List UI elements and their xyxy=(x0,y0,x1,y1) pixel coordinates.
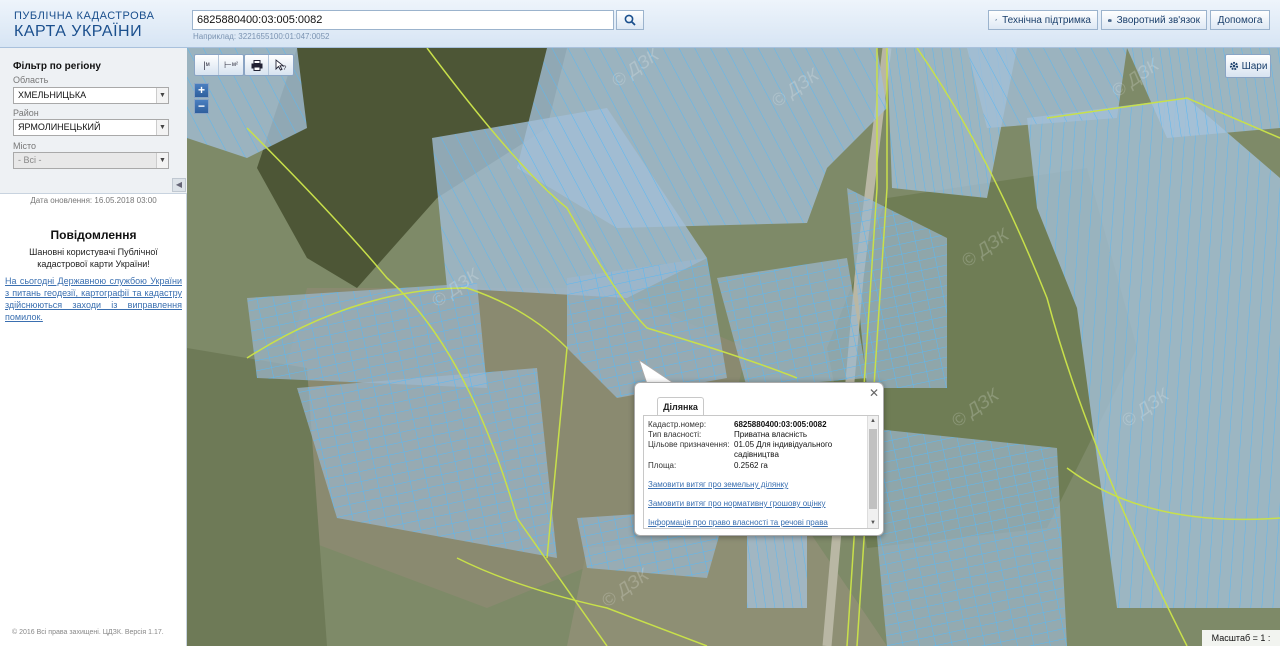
tab-parcel[interactable]: Ділянка xyxy=(657,397,704,416)
layers-label: Шари xyxy=(1241,60,1268,72)
order-parcel-extract-link[interactable]: Замовити витяг про земельну ділянку xyxy=(648,480,788,489)
city-value: - Всі - xyxy=(18,155,42,165)
region-filter: Фільтр по регіону Область ХМЕЛЬНИЦЬКА ▼ … xyxy=(0,48,187,194)
purpose-value: 01.05 Для індивідуального садівництва xyxy=(734,440,833,459)
search-icon xyxy=(624,14,636,26)
district-label: Район xyxy=(13,108,39,118)
ownership-info-link[interactable]: Інформація про право власності та речові… xyxy=(648,518,828,527)
satellite-map-layer: © ДЗК © ДЗК © ДЗК © ДЗК © ДЗК © ДЗК © ДЗ… xyxy=(187,48,1280,646)
ownership-type-label: Тип власності: xyxy=(648,430,702,439)
layers-button[interactable]: Шари xyxy=(1225,54,1271,78)
tech-support-button[interactable]: Технічна підтримка xyxy=(988,10,1098,30)
cadastral-number-label: Кадастр.номер: xyxy=(648,420,707,429)
scroll-thumb[interactable] xyxy=(869,429,877,509)
ruler-icon[interactable]: | м xyxy=(195,55,219,75)
region-select[interactable]: ХМЕЛЬНИЦЬКА ▼ xyxy=(13,87,169,104)
chevron-down-icon: ▼ xyxy=(156,120,168,135)
notice-title: Повідомлення xyxy=(50,228,137,242)
popup-scrollbar[interactable]: ▲ ▼ xyxy=(867,416,878,528)
gear-icon xyxy=(1229,61,1238,71)
district-value: ЯРМОЛИНЕЦЬКИЙ xyxy=(18,122,101,132)
svg-text:?: ? xyxy=(283,66,287,71)
parcel-popup: ✕ Ділянка Кадастр.номер: 6825880400:03:0… xyxy=(634,382,884,536)
help-label: Допомога xyxy=(1217,14,1263,26)
cadastral-number-value: 6825880400:03:005:0082 xyxy=(734,420,827,429)
area-label: Площа: xyxy=(648,461,677,470)
chevron-down-icon: ▼ xyxy=(156,88,168,103)
scroll-up-icon[interactable]: ▲ xyxy=(868,416,878,426)
copyright: © 2016 Всі права захищені. ЦДЗК. Версія … xyxy=(12,629,164,636)
tech-support-label: Технічна підтримка xyxy=(1002,14,1091,26)
cadastral-search-input[interactable] xyxy=(192,10,614,30)
site-logo[interactable]: ПУБЛІЧНА КАДАСТРОВА КАРТА УКРАЇНИ xyxy=(14,11,154,40)
collapse-sidebar-button[interactable]: ◀ xyxy=(172,178,186,192)
scroll-down-icon[interactable]: ▼ xyxy=(868,518,878,528)
parcel-info: Кадастр.номер: 6825880400:03:005:0082 Ти… xyxy=(643,415,879,529)
notice-link[interactable]: На сьогодні Державною службою України з … xyxy=(5,275,182,323)
ownership-type-value: Приватна власність xyxy=(734,430,808,439)
measure-toolbar: | м ⊢ м² xyxy=(194,54,244,76)
print-icon[interactable] xyxy=(245,55,269,75)
region-value: ХМЕЛЬНИЦЬКА xyxy=(18,90,87,100)
zoom-out-button[interactable]: − xyxy=(194,99,209,114)
region-label: Область xyxy=(13,75,49,85)
identify-icon[interactable]: ? xyxy=(269,55,293,75)
area-ruler-icon[interactable]: ⊢ м² xyxy=(219,55,243,75)
feedback-button[interactable]: Зворотний зв'язок xyxy=(1101,10,1207,30)
tools-toolbar: ? xyxy=(244,54,294,76)
update-date: Дата оновлення: 16.05.2018 03:00 xyxy=(30,196,157,205)
city-select[interactable]: - Всі - ▼ xyxy=(13,152,169,169)
logo-line-2: КАРТА УКРАЇНИ xyxy=(14,23,143,40)
sidebar: Фільтр по регіону Область ХМЕЛЬНИЦЬКА ▼ … xyxy=(0,48,187,646)
filter-title: Фільтр по регіону xyxy=(13,61,101,72)
envelope-icon xyxy=(1108,18,1112,22)
chevron-down-icon: ▼ xyxy=(156,153,168,168)
purpose-label: Цільове призначення: xyxy=(648,440,730,449)
order-valuation-extract-link[interactable]: Замовити витяг про нормативну грошову оц… xyxy=(648,499,826,508)
area-value: 0.2562 га xyxy=(734,461,768,470)
header: ПУБЛІЧНА КАДАСТРОВА КАРТА УКРАЇНИ Наприк… xyxy=(0,0,1280,48)
close-icon[interactable]: ✕ xyxy=(869,386,879,400)
help-button[interactable]: Допомога xyxy=(1210,10,1270,30)
zoom-in-button[interactable]: + xyxy=(194,83,209,98)
logo-line-1: ПУБЛІЧНА КАДАСТРОВА xyxy=(14,10,155,22)
district-select[interactable]: ЯРМОЛИНЕЦЬКИЙ ▼ xyxy=(13,119,169,136)
city-label: Місто xyxy=(13,141,37,151)
search-button[interactable] xyxy=(616,10,644,30)
map-view[interactable]: © ДЗК © ДЗК © ДЗК © ДЗК © ДЗК © ДЗК © ДЗ… xyxy=(187,48,1280,646)
search-hint: Наприклад: 3221655100:01:047:0052 xyxy=(193,32,330,41)
feedback-label: Зворотний зв'язок xyxy=(1116,14,1200,26)
tools-icon xyxy=(995,19,998,21)
map-scale: Масштаб = 1 : 8531 xyxy=(1202,630,1280,646)
notice-text: Шановні користувачі Публічної кадастрово… xyxy=(29,247,158,269)
